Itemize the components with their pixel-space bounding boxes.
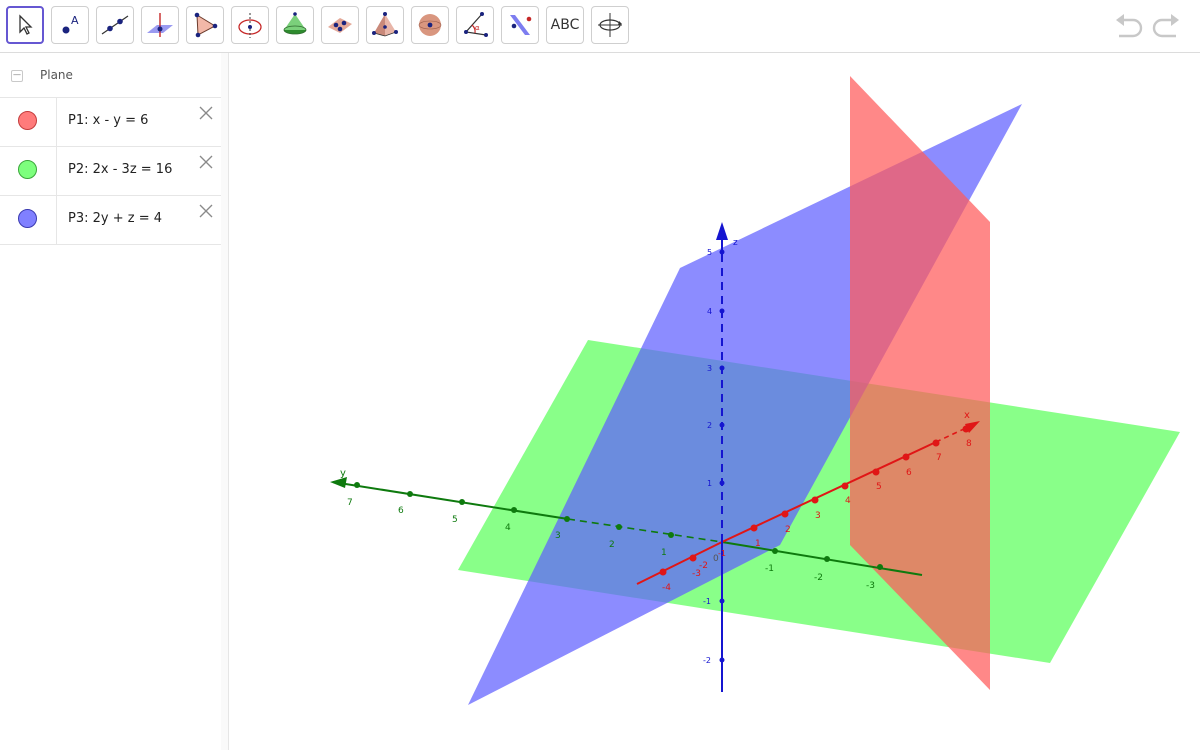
svg-text:-1: -1 xyxy=(765,564,774,574)
angle-tool-button[interactable]: α xyxy=(456,6,494,44)
angle-icon: α xyxy=(464,12,488,37)
undo-icon xyxy=(1116,14,1143,38)
sphere-tool-button[interactable] xyxy=(411,6,449,44)
point-icon: A xyxy=(62,14,79,34)
equation-text[interactable]: P2: 2x - 3z = 16 xyxy=(68,162,172,177)
circle-axis-tool-button[interactable] xyxy=(231,6,269,44)
polygon-tool-button[interactable] xyxy=(186,6,224,44)
x-tick: -1 xyxy=(718,549,726,558)
z-axis-label: z xyxy=(733,238,738,248)
visibility-toggle-p2[interactable] xyxy=(18,160,37,179)
y-axis-label: y xyxy=(340,468,346,479)
svg-text:-1: -1 xyxy=(703,597,711,606)
rotate-view-tool-button[interactable] xyxy=(591,6,629,44)
redo-icon xyxy=(1152,14,1179,38)
reflect-about-plane-icon xyxy=(510,15,532,35)
y-tick: 6 xyxy=(398,491,413,516)
group-label: Plane xyxy=(40,68,73,82)
text-icon: ABC xyxy=(550,17,580,33)
perpendicular-line-tool-button[interactable] xyxy=(141,6,179,44)
svg-text:1: 1 xyxy=(707,479,712,488)
svg-text:3: 3 xyxy=(815,511,821,521)
visibility-toggle-p3[interactable] xyxy=(18,209,37,228)
plane-group-header: — Plane xyxy=(0,53,221,98)
svg-text:A: A xyxy=(71,14,79,27)
line-through-two-points-icon xyxy=(101,15,129,35)
svg-text:-2: -2 xyxy=(699,561,708,571)
graphics-3d-view[interactable]: y x z 0 7 6 5 4 3 2 1 -1 -2 -3 -4 -3 -2 … xyxy=(229,53,1200,750)
rotate-3d-view-icon xyxy=(598,13,622,37)
cone-icon xyxy=(283,12,307,35)
plane-through-points-tool-button[interactable] xyxy=(321,6,359,44)
equation-text[interactable]: P1: x - y = 6 xyxy=(68,113,148,128)
algebra-item-p3[interactable]: P3: 2y + z = 4 xyxy=(0,196,221,245)
svg-text:5: 5 xyxy=(707,248,712,257)
y-tick: 5 xyxy=(452,499,465,525)
z-axis-arrow xyxy=(716,222,728,240)
svg-text:4: 4 xyxy=(845,496,851,506)
visibility-toggle-p1[interactable] xyxy=(18,111,37,130)
svg-text:1: 1 xyxy=(661,548,667,558)
svg-text:8: 8 xyxy=(966,439,972,449)
svg-text:6: 6 xyxy=(398,506,404,516)
svg-text:1: 1 xyxy=(755,539,761,549)
perpendicular-line-icon xyxy=(147,13,173,37)
svg-text:-2: -2 xyxy=(814,573,823,583)
delete-icon[interactable] xyxy=(197,104,215,122)
polygon-icon xyxy=(194,12,218,38)
plane-through-points-icon xyxy=(328,18,352,33)
marble-cell xyxy=(0,147,57,195)
svg-text:α: α xyxy=(475,24,480,32)
svg-text:-2: -2 xyxy=(703,656,711,665)
reflect-tool-button[interactable] xyxy=(501,6,539,44)
svg-text:2: 2 xyxy=(785,525,791,535)
text-tool-button[interactable]: ABC xyxy=(546,6,584,44)
svg-text:2: 2 xyxy=(609,540,615,550)
undo-button[interactable] xyxy=(1113,12,1145,44)
svg-text:2: 2 xyxy=(707,421,712,430)
cursor-arrow-icon xyxy=(19,14,33,35)
svg-text:-1: -1 xyxy=(718,549,726,558)
marble-cell xyxy=(0,98,57,146)
cone-tool-button[interactable] xyxy=(276,6,314,44)
delete-icon[interactable] xyxy=(197,153,215,171)
svg-text:5: 5 xyxy=(876,482,882,492)
delete-icon[interactable] xyxy=(197,202,215,220)
collapse-group-toggle[interactable]: — xyxy=(11,70,23,82)
equation-text[interactable]: P3: 2y + z = 4 xyxy=(68,211,162,226)
circle-with-axis-icon xyxy=(238,13,262,38)
marble-cell xyxy=(0,196,57,244)
move-tool-button[interactable] xyxy=(6,6,44,44)
algebra-view: — Plane P1: x - y = 6 P2: 2x - 3z = 16 P… xyxy=(0,53,222,750)
svg-text:-4: -4 xyxy=(662,583,671,593)
svg-text:3: 3 xyxy=(555,531,561,541)
svg-text:5: 5 xyxy=(452,515,458,525)
point-tool-button[interactable]: A xyxy=(51,6,89,44)
view-splitter[interactable] xyxy=(221,53,229,750)
redo-button[interactable] xyxy=(1150,12,1182,44)
svg-text:6: 6 xyxy=(906,468,912,478)
svg-text:-3: -3 xyxy=(866,581,875,591)
algebra-item-p2[interactable]: P2: 2x - 3z = 16 xyxy=(0,147,221,196)
svg-text:7: 7 xyxy=(936,453,942,463)
toolbar: A α ABC xyxy=(0,0,1200,53)
svg-text:4: 4 xyxy=(505,523,511,533)
pyramid-icon xyxy=(372,12,398,37)
pyramid-tool-button[interactable] xyxy=(366,6,404,44)
svg-text:3: 3 xyxy=(707,364,712,373)
x-axis-label: x xyxy=(964,410,970,421)
svg-text:7: 7 xyxy=(347,498,353,508)
x-tick: -2 xyxy=(699,561,708,571)
line-tool-button[interactable] xyxy=(96,6,134,44)
algebra-item-p1[interactable]: P1: x - y = 6 xyxy=(0,98,221,147)
sphere-icon xyxy=(418,14,442,36)
svg-text:4: 4 xyxy=(707,307,712,316)
